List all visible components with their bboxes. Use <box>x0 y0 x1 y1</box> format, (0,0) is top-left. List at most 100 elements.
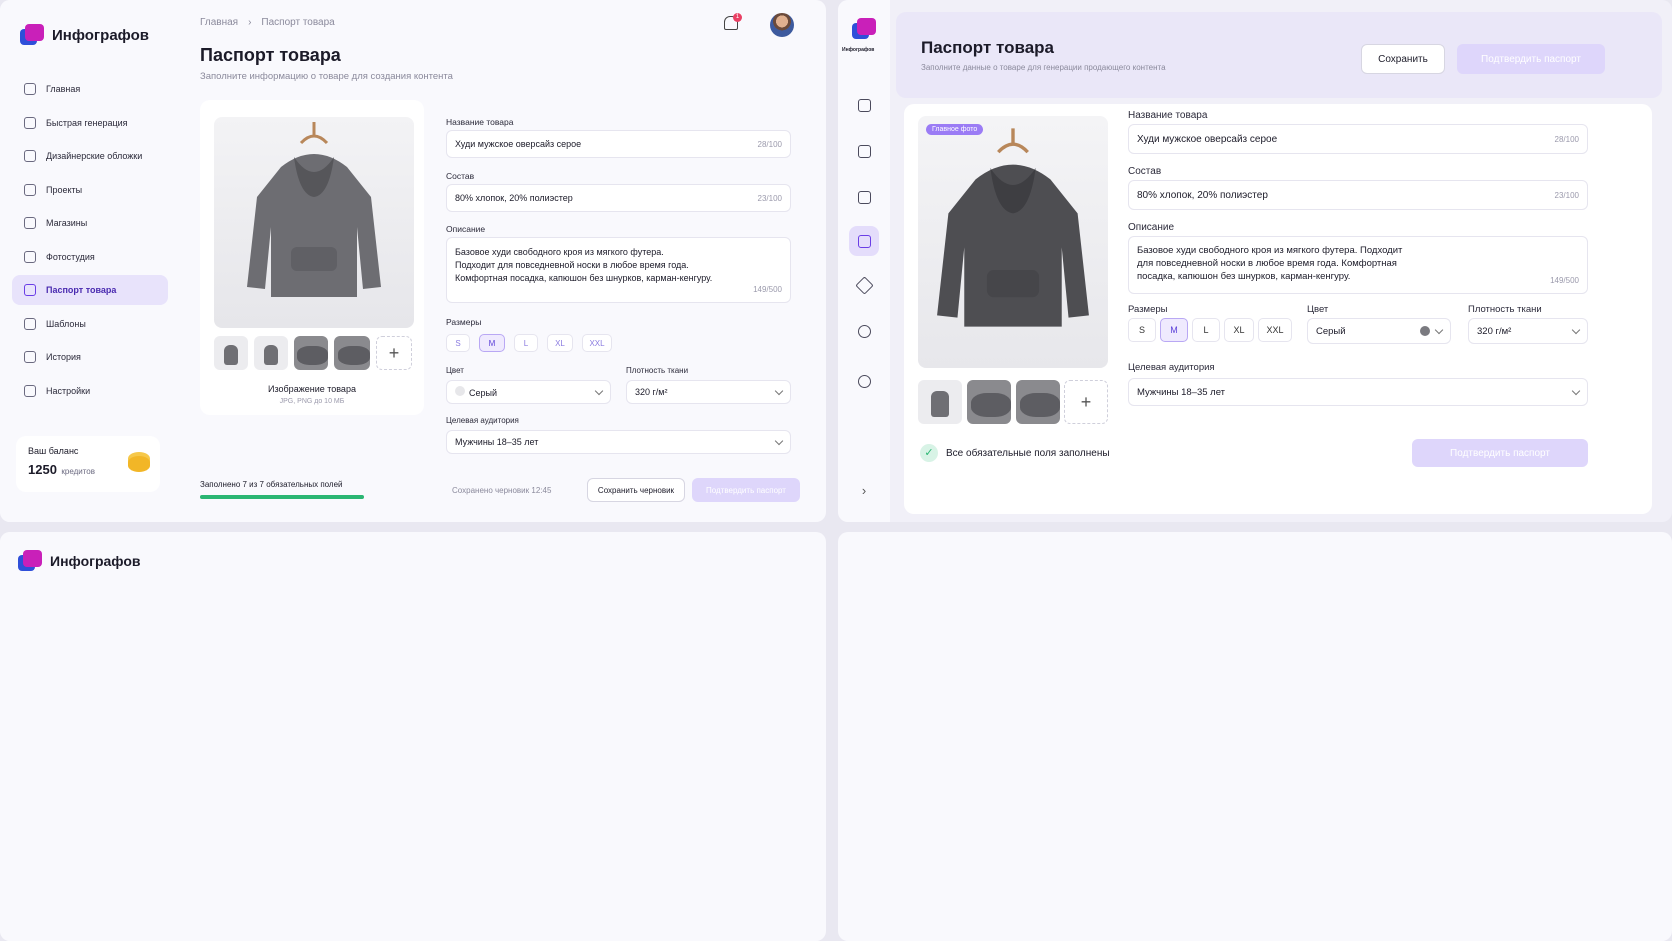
thumbnail-1[interactable] <box>918 380 962 424</box>
color-select[interactable]: Серый <box>446 380 611 404</box>
sidebar: Инфографов Главная Быстрая генерация Диз… <box>0 0 170 522</box>
composition-input[interactable]: 80% хлопок, 20% полиэстер 23/100 <box>1128 180 1588 210</box>
confirm-passport-button[interactable]: Подтвердить паспорт <box>1457 44 1605 74</box>
size-l[interactable]: L <box>1192 318 1220 342</box>
sidebar: Инфографов <box>0 532 150 941</box>
name-input[interactable]: Худи мужское оверсайз серое 28/100 <box>1128 124 1588 154</box>
crumb-home[interactable]: Главная <box>200 17 238 28</box>
product-photo[interactable]: Главное фото <box>918 116 1108 368</box>
size-l[interactable]: L <box>514 334 538 352</box>
nav-templates[interactable]: Шаблоны <box>12 309 168 339</box>
thumbnail-3[interactable] <box>294 336 328 370</box>
logo-icon <box>852 18 876 40</box>
thumbnail-2[interactable] <box>967 380 1011 424</box>
check-icon: ✓ <box>920 444 938 462</box>
main-photo-badge: Главное фото <box>926 124 984 135</box>
size-xxl[interactable]: XXL <box>582 334 612 352</box>
color-select[interactable]: Серый <box>1307 318 1451 344</box>
home-icon <box>857 98 871 112</box>
nav-label: Настройки <box>46 385 91 396</box>
description-counter: 149/500 <box>753 285 782 295</box>
audience-value: Мужчины 18–35 лет <box>455 437 539 447</box>
audience-select[interactable]: Мужчины 18–35 лет <box>1128 378 1588 406</box>
chevron-down-icon <box>774 386 784 395</box>
composition-input[interactable]: 80% хлопок, 20% полиэстер 23/100 <box>446 184 791 212</box>
nav-settings[interactable]: Настройки <box>12 376 168 406</box>
audience-label: Целевая аудитория <box>1128 362 1215 373</box>
nav-quick-gen[interactable]: Быстрая генерация <box>12 108 168 138</box>
chevron-down-icon <box>1571 325 1581 334</box>
size-xxl[interactable]: XXL <box>1258 318 1292 342</box>
composition-value: 80% хлопок, 20% полиэстер <box>1137 189 1268 201</box>
save-draft-button[interactable]: Сохранить черновик <box>587 478 685 502</box>
nav-covers[interactable]: Дизайнерские обложки <box>12 141 168 171</box>
size-s[interactable]: S <box>1128 318 1156 342</box>
description-counter: 149/500 <box>1550 276 1579 286</box>
progress-bar-fill <box>200 495 364 499</box>
thumbnail-1[interactable] <box>214 336 248 370</box>
nav-store[interactable] <box>849 182 879 212</box>
page-subtitle: Заполните информацию о товаре для создан… <box>200 71 453 82</box>
passport-icon <box>857 234 871 248</box>
nav-passport[interactable] <box>849 226 879 256</box>
brand-name: Инфографов <box>50 553 141 569</box>
nav-settings[interactable] <box>849 366 879 396</box>
thumbnail-4[interactable] <box>334 336 370 370</box>
nav-home[interactable] <box>849 90 879 120</box>
store-icon <box>24 217 36 229</box>
size-xl[interactable]: XL <box>1224 318 1254 342</box>
audience-value: Мужчины 18–35 лет <box>1137 386 1226 398</box>
confirm-passport-button[interactable]: Подтвердить паспорт <box>692 478 800 502</box>
nav-studio[interactable]: Фотостудия <box>12 242 168 272</box>
name-counter: 28/100 <box>1554 134 1579 144</box>
crumb-sep: › <box>248 17 252 28</box>
nav-projects[interactable]: Проекты <box>12 175 168 205</box>
nav-layers[interactable] <box>849 136 879 166</box>
add-image-button[interactable]: + <box>376 336 412 370</box>
thumbnail-2[interactable] <box>254 336 288 370</box>
nav-passport[interactable]: Паспорт товара <box>12 275 168 305</box>
nav-stores[interactable]: Магазины <box>12 208 168 238</box>
user-avatar[interactable] <box>770 13 794 37</box>
chevron-down-icon <box>1434 325 1444 334</box>
hoodie-image <box>937 128 1089 327</box>
size-s[interactable]: S <box>446 334 470 352</box>
color-swatch <box>455 386 465 396</box>
chevron-down-icon <box>1571 386 1581 395</box>
density-select[interactable]: 320 г/м² <box>626 380 791 404</box>
density-label: Плотность ткани <box>1468 304 1542 315</box>
form-card: Название товара Худи мужское оверсайз се… <box>438 100 803 460</box>
description-textarea[interactable]: Базовое худи свободного кроя из мягкого … <box>446 237 791 303</box>
color-value: Серый <box>469 388 498 398</box>
name-input[interactable]: Худи мужское оверсайз серое 28/100 <box>446 130 791 158</box>
nav-label: Магазины <box>46 218 88 228</box>
expand-icon: › <box>861 482 867 498</box>
thumbnail-3[interactable] <box>1016 380 1060 424</box>
audience-label: Целевая аудитория <box>446 416 519 425</box>
density-select[interactable]: 320 г/м² <box>1468 318 1588 344</box>
confirm-passport-button-bottom[interactable]: Подтвердить паспорт <box>1412 439 1588 467</box>
description-textarea[interactable]: Базовое худи свободного кроя из мягкого … <box>1128 236 1588 294</box>
logo[interactable] <box>852 18 876 40</box>
coins-icon <box>128 456 150 472</box>
passport-icon <box>24 284 36 296</box>
size-xl[interactable]: XL <box>547 334 573 352</box>
color-value: Серый <box>1316 325 1346 337</box>
nav-label: Быстрая генерация <box>46 117 128 128</box>
nav-history[interactable] <box>849 316 879 346</box>
brand-name: Инфографов <box>52 26 149 44</box>
product-photo[interactable] <box>214 117 414 328</box>
logo-main[interactable]: Инфографов <box>18 550 141 572</box>
logo[interactable]: Инфографов <box>20 24 149 46</box>
nav-history[interactable]: История <box>12 342 168 372</box>
expand-button[interactable]: › <box>849 475 879 505</box>
add-image-button[interactable]: + <box>1064 380 1108 424</box>
audience-select[interactable]: Мужчины 18–35 лет <box>446 430 791 454</box>
save-button[interactable]: Сохранить <box>1361 44 1445 74</box>
nav-home[interactable]: Главная <box>12 74 168 104</box>
clock-icon <box>24 351 36 363</box>
progress-bar <box>200 495 364 499</box>
size-m[interactable]: M <box>1160 318 1188 342</box>
size-m[interactable]: M <box>479 334 505 352</box>
nav-favorites[interactable] <box>849 270 879 300</box>
